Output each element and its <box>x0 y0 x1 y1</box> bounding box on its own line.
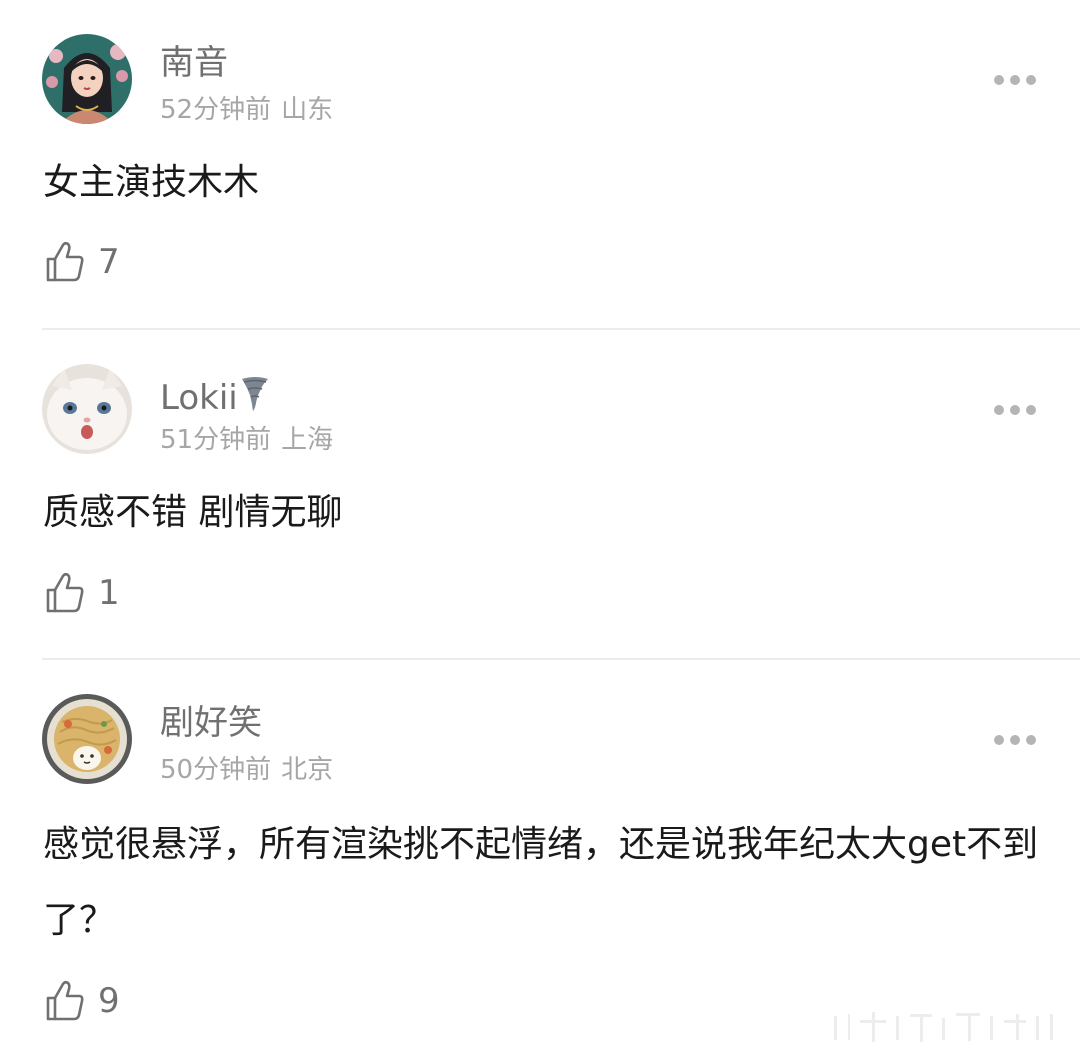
avatar[interactable] <box>42 694 132 784</box>
more-options-icon[interactable] <box>994 405 1036 415</box>
comment-text: 女主演技木木 <box>43 162 260 203</box>
watermark <box>834 1012 1053 1042</box>
tornado-icon <box>241 377 268 411</box>
girl-illustration-avatar <box>42 34 132 124</box>
username-text: Lokii <box>160 378 238 418</box>
comment-location: 山东 <box>281 95 334 125</box>
comment-item: 剧好笑 50分钟前 北京 感觉很悬浮，所有渲染挑不起情绪，还是说我年纪太大get不… <box>0 660 1080 1052</box>
like-button[interactable]: 1 <box>44 571 164 617</box>
comment-meta: 52分钟前 山东 <box>160 94 333 126</box>
comment-item: 南音 52分钟前 山东 女主演技木木 7 <box>0 0 1080 330</box>
more-options-icon[interactable] <box>994 735 1036 745</box>
comment-meta: 51分钟前 上海 <box>160 424 333 456</box>
comment-meta: 50分钟前 北京 <box>160 754 333 786</box>
comment-time: 51分钟前 <box>160 425 272 455</box>
more-options-icon[interactable] <box>994 75 1036 85</box>
username[interactable]: Lokii <box>160 373 270 418</box>
like-button[interactable]: 7 <box>44 240 164 286</box>
comment-time: 50分钟前 <box>160 755 272 785</box>
noodle-bowl-avatar <box>42 694 132 784</box>
comment-text: 质感不错 剧情无聊 <box>43 492 343 533</box>
thumbs-up-icon <box>46 241 84 282</box>
thumbs-up-icon <box>46 572 84 613</box>
thumbs-up-icon <box>46 980 84 1021</box>
comment-location: 北京 <box>281 755 334 785</box>
avatar[interactable] <box>42 34 132 124</box>
avatar[interactable] <box>42 364 132 454</box>
username[interactable]: 剧好笑 <box>160 703 262 743</box>
like-count: 1 <box>98 573 120 613</box>
comment-time: 52分钟前 <box>160 95 272 125</box>
username[interactable]: 南音 <box>160 43 228 83</box>
white-cat-avatar <box>42 364 132 454</box>
comment-location: 上海 <box>281 425 334 455</box>
like-count: 7 <box>98 242 120 282</box>
comment-item: Lokii 51分钟前 上海 质感不错 剧情无聊 1 <box>0 330 1080 660</box>
comment-text: 感觉很悬浮，所有渲染挑不起情绪，还是说我年纪太大get不到了？ <box>43 824 1039 941</box>
like-button[interactable]: 9 <box>44 979 164 1025</box>
like-count: 9 <box>98 981 120 1021</box>
